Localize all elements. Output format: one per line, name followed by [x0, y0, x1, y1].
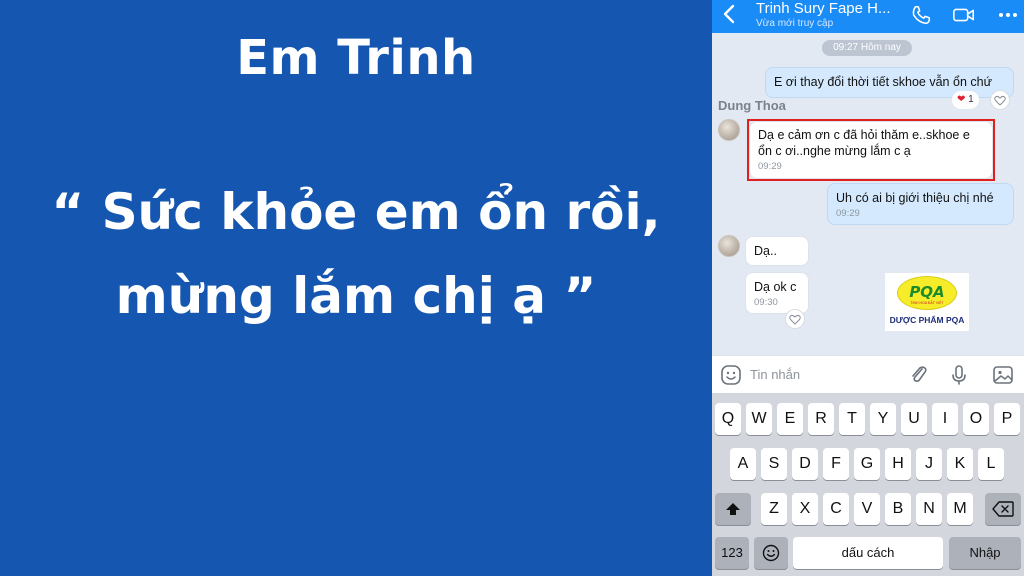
chat-screen: Trinh Sury Fape H... Vừa mới truy cập 09… [712, 0, 1024, 576]
logo-text: PQA [909, 283, 945, 301]
key-l[interactable]: L [978, 448, 1004, 480]
message-bubble-out[interactable]: Uh có ai bị giới thiệu chị nhé 09:29 [827, 183, 1014, 225]
promo-panel: Em Trinh “ Sức khỏe em ổn rồi, mừng lắm … [0, 0, 712, 576]
logo-brand: DƯỢC PHẨM PQA [889, 315, 965, 325]
return-key[interactable]: Nhập [949, 537, 1021, 569]
key-o[interactable]: O [963, 403, 989, 435]
contact-status: Vừa mới truy cập [756, 18, 834, 29]
logo-tagline: TINH HOA ĐẤT VIỆT [910, 301, 944, 305]
chat-header: Trinh Sury Fape H... Vừa mới truy cập [712, 0, 1024, 33]
key-m[interactable]: M [947, 493, 973, 525]
key-s[interactable]: S [761, 448, 787, 480]
message-list[interactable]: 09:27 Hôm nay E ơi thay đổi thời tiết sk… [712, 33, 1024, 355]
chevron-left-icon[interactable] [722, 3, 736, 30]
key-v[interactable]: V [854, 493, 880, 525]
reaction-count: 1 [968, 94, 974, 105]
key-z[interactable]: Z [761, 493, 787, 525]
message-text: Dạ.. [754, 244, 777, 258]
time-chip: 09:27 Hôm nay [822, 40, 912, 56]
message-time: 09:29 [836, 208, 860, 219]
key-f[interactable]: F [823, 448, 849, 480]
key-i[interactable]: I [932, 403, 958, 435]
key-k[interactable]: K [947, 448, 973, 480]
message-composer: Tin nhắn [712, 355, 1024, 393]
message-bubble-in[interactable]: Dạ.. [745, 236, 809, 266]
numbers-key[interactable]: 123 [715, 537, 749, 569]
backspace-icon[interactable] [985, 493, 1021, 525]
key-h[interactable]: H [885, 448, 911, 480]
microphone-icon[interactable] [948, 364, 970, 386]
space-key[interactable]: dấu cách [793, 537, 943, 569]
key-t[interactable]: T [839, 403, 865, 435]
brand-logo: PQA TINH HOA ĐẤT VIỆT DƯỢC PHẨM PQA [885, 273, 969, 331]
paperclip-icon[interactable] [908, 364, 930, 386]
key-p[interactable]: P [994, 403, 1020, 435]
promo-quote: “ Sức khỏe em ổn rồi, mừng lắm chị ạ ” [0, 170, 712, 338]
key-d[interactable]: D [792, 448, 818, 480]
avatar[interactable] [718, 235, 740, 257]
emoji-icon[interactable] [720, 364, 742, 386]
heart-outline-icon[interactable] [785, 309, 805, 329]
key-a[interactable]: A [730, 448, 756, 480]
message-bubble-in[interactable]: Dạ ok c 09:30 [745, 272, 809, 314]
promo-quote-line2: mừng lắm chị ạ ” [115, 267, 597, 325]
key-q[interactable]: Q [715, 403, 741, 435]
key-u[interactable]: U [901, 403, 927, 435]
key-w[interactable]: W [746, 403, 772, 435]
heart-outline-icon[interactable] [990, 90, 1010, 110]
emoji-icon[interactable] [754, 537, 788, 569]
contact-name[interactable]: Trinh Sury Fape H... [756, 0, 926, 17]
reaction-badge[interactable]: ❤ 1 [952, 91, 979, 109]
phone-icon[interactable] [910, 4, 934, 26]
promo-quote-line1: “ Sức khỏe em ổn rồi, [51, 183, 661, 241]
key-b[interactable]: B [885, 493, 911, 525]
highlight-frame [747, 119, 995, 181]
video-icon[interactable] [952, 4, 976, 26]
key-x[interactable]: X [792, 493, 818, 525]
image-icon[interactable] [992, 364, 1014, 386]
heart-filled-icon: ❤ [957, 94, 966, 105]
more-icon[interactable] [996, 4, 1020, 26]
message-text: Uh có ai bị giới thiệu chị nhé [836, 191, 994, 205]
shift-icon[interactable] [715, 493, 751, 525]
key-n[interactable]: N [916, 493, 942, 525]
key-c[interactable]: C [823, 493, 849, 525]
message-text: Dạ ok c [754, 280, 797, 294]
key-e[interactable]: E [777, 403, 803, 435]
key-y[interactable]: Y [870, 403, 896, 435]
sender-name: Dung Thoa [718, 98, 786, 113]
key-j[interactable]: J [916, 448, 942, 480]
keyboard: Q W E R T Y U I O P A S D F G H J K L Z … [712, 393, 1024, 576]
key-r[interactable]: R [808, 403, 834, 435]
message-text: E ơi thay đổi thời tiết skhoe vẫn ổn chứ [774, 75, 992, 89]
message-input[interactable]: Tin nhắn [750, 367, 800, 382]
key-g[interactable]: G [854, 448, 880, 480]
avatar[interactable] [718, 119, 740, 141]
promo-name: Em Trinh [236, 30, 476, 86]
message-time: 09:30 [754, 297, 778, 308]
